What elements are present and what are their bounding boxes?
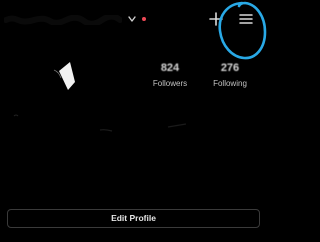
- following-stat[interactable]: 276 Following: [200, 62, 260, 89]
- username-redacted[interactable]: [4, 15, 122, 25]
- chevron-down-icon[interactable]: [127, 13, 137, 25]
- top-bar: [0, 0, 269, 44]
- avatar[interactable]: [4, 54, 88, 124]
- notification-dot: [142, 17, 146, 21]
- following-label: Following: [213, 79, 247, 88]
- hamburger-menu-icon[interactable]: [238, 11, 254, 27]
- followers-count: 824: [160, 62, 180, 74]
- edit-profile-button[interactable]: Edit Profile: [7, 209, 260, 228]
- plus-icon[interactable]: [208, 11, 224, 27]
- following-count: 276: [220, 62, 240, 74]
- followers-label: Followers: [152, 79, 188, 88]
- profile-screen: 824 Followers 276 Following Edit Profile: [0, 0, 269, 242]
- followers-stat[interactable]: 824 Followers: [140, 62, 200, 89]
